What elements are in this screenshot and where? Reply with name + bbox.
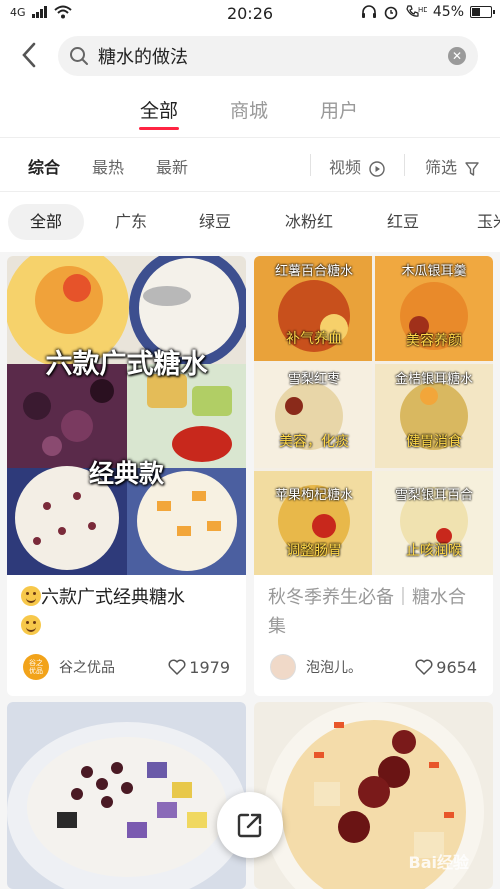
close-circle-icon[interactable]: ✕ <box>448 47 466 65</box>
status-bar: 4G 20:26 HD 45% <box>0 0 500 28</box>
tab-users[interactable]: 用户 <box>309 96 369 123</box>
note-meta: 泡泡儿。 9654 <box>270 652 477 682</box>
tab-active-indicator <box>139 127 179 130</box>
like-button[interactable]: 9654 <box>415 658 477 677</box>
note-cover-image <box>7 702 246 889</box>
svg-text:HD: HD <box>418 6 427 14</box>
sort-bar: 综合 最热 最新 视频 筛选 <box>0 138 500 192</box>
note-title-text: 六款广式经典糖水 <box>41 587 185 608</box>
category-chips: 全部 广东 绿豆 冰粉红 红豆 玉米 <box>0 192 500 252</box>
filter-button[interactable]: 筛选 <box>425 154 479 178</box>
chip-ice-jelly[interactable]: 冰粉红 <box>272 204 346 240</box>
note-card[interactable] <box>7 702 246 889</box>
hd-call-icon: HD <box>406 5 427 17</box>
grid-label: 苹果枸杞糖水 <box>274 488 353 503</box>
sort-comprehensive[interactable]: 综合 <box>28 154 60 178</box>
search-query: 糖水的做法 <box>98 47 188 68</box>
tab-all[interactable]: 全部 <box>129 96 189 123</box>
grid-label: 木瓜银耳羹 <box>401 264 467 279</box>
grid-effect: 止咳润喉 <box>406 543 462 559</box>
note-cover-image <box>254 256 493 575</box>
grid-label: 金桔银耳糖水 <box>394 372 473 387</box>
search-header: 糖水的做法 ✕ <box>0 28 500 84</box>
tab-mall[interactable]: 商城 <box>219 96 279 123</box>
smile-emoji-icon <box>21 586 41 606</box>
heart-icon <box>415 659 433 675</box>
like-button[interactable]: 1979 <box>168 658 230 677</box>
grid-effect: 美容，化痰 <box>279 434 349 450</box>
smile-emoji-icon <box>21 615 41 635</box>
grid-effect: 调整肠胃 <box>286 543 342 559</box>
note-card[interactable]: 六款广式糖水 经典款 六款广式经典糖水 谷之优品 谷之优品 1979 <box>7 256 246 696</box>
like-count: 9654 <box>436 657 477 677</box>
funnel-icon <box>465 161 479 176</box>
like-count: 1979 <box>189 657 230 677</box>
share-button[interactable] <box>217 792 283 858</box>
chip-red-bean[interactable]: 红豆 <box>368 204 438 240</box>
chip-corn[interactable]: 玉米 <box>458 204 500 240</box>
back-arrow-icon[interactable] <box>16 40 44 70</box>
note-card[interactable]: Bai经验 <box>254 702 493 889</box>
grid-label: 红薯百合糖水 <box>274 264 353 279</box>
search-input[interactable]: 糖水的做法 ✕ <box>58 36 478 76</box>
result-tabs: 全部 商城 用户 <box>0 84 500 138</box>
chip-all[interactable]: 全部 <box>8 204 84 240</box>
sort-newest[interactable]: 最新 <box>156 154 188 178</box>
chip-guangdong[interactable]: 广东 <box>96 204 166 240</box>
note-cover-image <box>7 256 246 575</box>
share-icon <box>237 813 262 838</box>
note-title: 六款广式经典糖水 <box>21 583 234 641</box>
sort-hottest[interactable]: 最热 <box>92 154 124 178</box>
video-filter-label: 视频 <box>329 158 362 177</box>
headset-icon <box>361 5 376 18</box>
heart-icon <box>168 659 186 675</box>
note-title: 秋冬季养生必备｜糖水合集 <box>268 587 466 637</box>
grid-label: 雪梨银耳百合 <box>394 488 473 503</box>
play-circle-icon <box>369 160 385 177</box>
search-icon <box>70 47 88 65</box>
video-filter-button[interactable]: 视频 <box>329 154 385 178</box>
note-card[interactable]: 红薯百合糖水 补气养血 木瓜银耳羹 美容养颜 雪梨红枣 美容，化痰 金桔银耳糖水… <box>254 256 493 696</box>
avatar[interactable]: 谷之优品 <box>23 654 49 680</box>
cover-overlay-title: 六款广式糖水 <box>45 349 208 380</box>
battery-icon <box>470 6 495 18</box>
chip-mung-bean[interactable]: 绿豆 <box>180 204 250 240</box>
grid-effect: 补气养血 <box>286 331 342 347</box>
grid-effect: 美容养颜 <box>406 333 462 349</box>
status-right: HD 45% <box>361 4 495 20</box>
author-name[interactable]: 泡泡儿。 <box>306 657 362 677</box>
baidu-jingyan-watermark: Bai经验 <box>408 853 469 872</box>
battery-percent: 45% <box>432 4 464 20</box>
avatar[interactable] <box>270 654 296 680</box>
alarm-icon <box>384 6 398 20</box>
note-meta: 谷之优品 谷之优品 1979 <box>23 652 230 682</box>
author-name[interactable]: 谷之优品 <box>59 657 115 677</box>
sort-divider <box>310 154 311 176</box>
avatar-logo-text: 谷之优品 <box>29 659 43 675</box>
filter-label: 筛选 <box>425 158 458 177</box>
cover-overlay-subtitle: 经典款 <box>88 459 164 488</box>
grid-label: 雪梨红枣 <box>287 372 340 387</box>
sort-divider <box>404 154 405 176</box>
grid-effect: 健胃消食 <box>406 434 462 450</box>
